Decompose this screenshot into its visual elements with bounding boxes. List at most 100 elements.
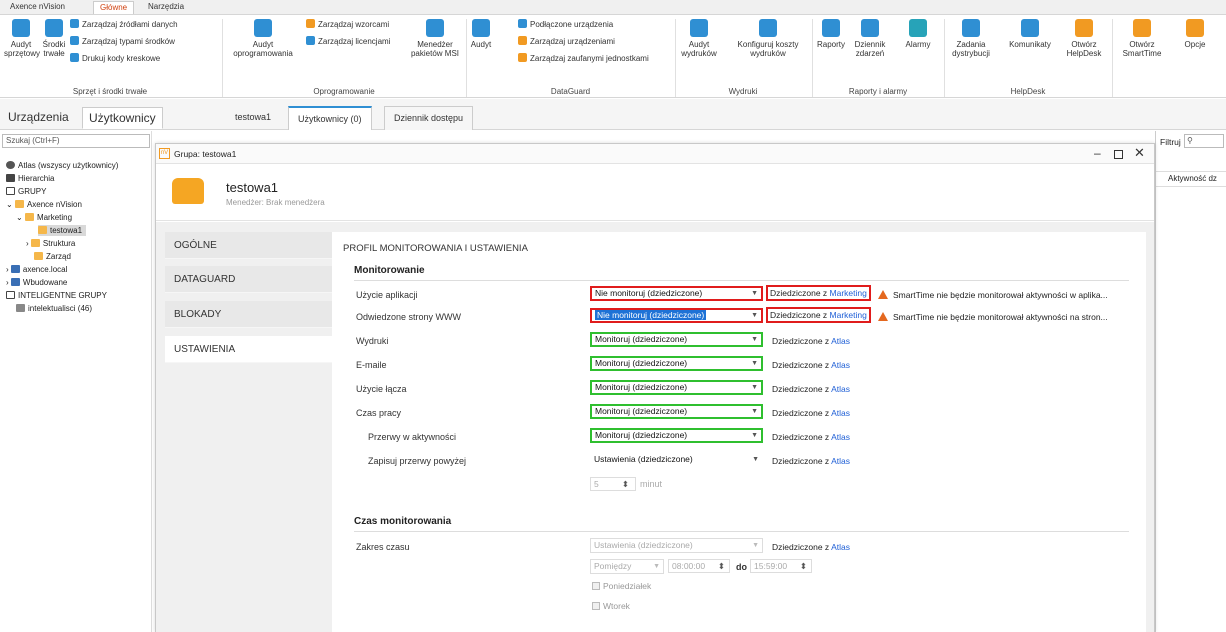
groups-tree-panel: Szukaj (Ctrl+F) Atlas (wszyscy użytkowni… [0,131,152,632]
break-minutes-spinner[interactable]: 5 ⬍ [590,477,636,491]
ribbon-tab-axence[interactable]: Axence nVision [4,1,71,14]
manage-licenses-button[interactable]: Zarządzaj licencjami [306,36,390,48]
sidetab-general[interactable]: OGÓLNE [165,232,332,259]
manage-devices-button[interactable]: Zarządzaj urządzeniami [518,36,615,48]
group-icon [24,213,34,221]
manage-types-button[interactable]: Zarządzaj typami środków [70,36,175,48]
subtab-group[interactable]: testowa1 [226,106,280,130]
audit-prints-button[interactable]: Audyt wydruków [678,19,720,58]
reports-button[interactable]: Raporty [816,19,846,49]
prints-select[interactable]: Monitoruj (dziedziczone) ▼ [590,332,763,347]
emails-select[interactable]: Monitoruj (dziedziczone) ▼ [590,356,763,371]
audit-software-button[interactable]: Audyt oprogramowania [228,19,298,58]
time-mode-select[interactable]: Pomiędzy ▼ [590,559,664,574]
inherited-source-link[interactable]: Atlas [831,456,850,466]
minimize-icon[interactable]: – [1094,146,1101,160]
tree-item-marketing[interactable]: ⌄ Marketing [16,212,72,223]
tree-item-groups[interactable]: GRUPY [6,186,46,197]
label-log-breaks-over: Zapisuj przerwy powyżej [368,456,467,466]
tree-item-hierarchy[interactable]: Hierarchia [6,173,54,184]
label-emails: E-maile [356,360,387,370]
open-smarttime-button[interactable]: Otwórz SmartTime [1116,19,1168,58]
msi-manager-button[interactable]: Menedżer pakietów MSI [410,19,460,58]
ribbon-separator [944,19,945,97]
time-to-input[interactable]: 15:59:00 ⬍ [750,559,812,573]
time-range-select[interactable]: Ustawienia (dziedziczone) ▼ [590,538,763,553]
ribbon-tab-tools[interactable]: Narzędzia [142,1,190,14]
tree-item-struktura[interactable]: › Struktura [26,238,75,249]
group-icon [14,200,24,208]
checkbox-checked-icon [592,602,600,610]
audit-hardware-button[interactable]: Audyt sprzętowy [4,19,40,58]
log-breaks-select[interactable]: Ustawienia (dziedziczone) ▼ [590,452,763,467]
tree-item-testowa1[interactable]: testowa1 [38,225,87,236]
tab-devices[interactable]: Urządzenia [2,107,75,129]
assets-button[interactable]: Środki trwałe [40,19,68,58]
messages-button[interactable]: Komunikaty [1002,19,1058,49]
websites-select[interactable]: Nie monitoruj (dziedziczone) ▼ [590,308,763,323]
connected-devices-button[interactable]: Podłączone urządzenia [518,19,613,31]
open-helpdesk-button[interactable]: Otwórz HelpDesk [1062,19,1106,58]
chevron-down-icon: ▼ [751,432,758,439]
tree-item-intelektualisci[interactable]: intelektualisci (46) [16,303,92,314]
inherited-source-link[interactable]: Atlas [831,408,850,418]
chevron-down-icon: ▼ [653,563,660,570]
subtab-access-log[interactable]: Dziennik dostępu [384,106,474,130]
folder-outline-icon [6,187,15,195]
tree-item-axence-local[interactable]: › axence.local [6,264,67,275]
distribution-tasks-button[interactable]: Zadania dystrybucji [948,19,994,58]
sidetab-dataguard[interactable]: DATAGUARD [165,266,332,293]
tree-item-zarzad[interactable]: Zarząd [34,251,71,262]
assets-icon [45,19,63,37]
time-from-input[interactable]: 08:00:00 ⬍ [668,559,730,573]
sidetab-settings[interactable]: USTAWIENIA [165,336,332,363]
inherited-source-link[interactable]: Marketing [830,310,867,320]
manage-trusted-button[interactable]: Zarządzaj zaufanymi jednostkami [518,53,649,65]
inherited-source-link[interactable]: Atlas [831,360,850,370]
manage-sources-button[interactable]: Zarządzaj źródłami danych [70,19,178,31]
ribbon-tab-main[interactable]: Główne [93,1,135,14]
app-usage-select[interactable]: Nie monitoruj (dziedziczone) ▼ [590,286,763,301]
chevron-down-icon: ▼ [752,456,759,463]
print-barcodes-button[interactable]: Drukuj kody kreskowe [70,53,160,65]
group-icon [38,226,47,234]
tree-item-atlas[interactable]: Atlas (wszyscy użytkownicy) [6,160,118,171]
alarm-icon [909,19,927,37]
close-icon[interactable]: ✕ [1134,145,1145,161]
activity-breaks-select[interactable]: Monitoruj (dziedziczone) ▼ [590,428,763,443]
configure-print-costs-button[interactable]: Konfiguruj koszty wydruków [730,19,806,58]
tree-item-builtin[interactable]: › Wbudowane [6,277,67,288]
inherited-source-link[interactable]: Atlas [831,384,850,394]
inherited-source-link[interactable]: Atlas [831,432,850,442]
group-icon [30,239,40,247]
warning-icon [878,290,888,299]
day-monday-checkbox[interactable]: Poniedziałek [592,581,651,591]
tab-users[interactable]: Użytkownicy [82,107,163,129]
inherited-source-link[interactable]: Atlas [831,336,850,346]
column-header-activity[interactable]: Aktywność dz [1156,171,1226,187]
asset-types-icon [70,36,79,45]
options-button[interactable]: Opcje [1176,19,1214,49]
sidetab-blocks[interactable]: BLOKADY [165,301,332,328]
ribbon-separator [812,19,813,97]
work-time-select[interactable]: Monitoruj (dziedziczone) ▼ [590,404,763,419]
subtab-users-count[interactable]: Użytkownicy (0) [288,106,372,130]
tree-item-smart-groups[interactable]: INTELIGENTNE GRUPY [6,290,107,301]
manage-patterns-button[interactable]: Zarządzaj wzorcami [306,19,389,31]
tree-item-axence[interactable]: ⌄ Axence nVision [6,199,82,210]
websites-warning: SmartTime nie będzie monitorował aktywno… [878,312,1108,322]
builtin-group-icon [10,278,20,286]
day-tuesday-checkbox[interactable]: Wtorek [592,601,630,611]
dataguard-audit-button[interactable]: Audyt [468,19,494,49]
maximize-icon[interactable] [1114,150,1123,159]
inherited-source-link[interactable]: Marketing [830,288,867,298]
alarms-button[interactable]: Alarmy [898,19,938,49]
printer-icon [690,19,708,37]
filter-input[interactable]: ⚲ [1184,134,1224,148]
event-log-button[interactable]: Dziennik zdarzeń [848,19,892,58]
bandwidth-select[interactable]: Monitoruj (dziedziczone) ▼ [590,380,763,395]
inherited-source-link[interactable]: Atlas [831,542,850,552]
group-name: testowa1 [226,180,279,195]
search-input[interactable]: Szukaj (Ctrl+F) [2,134,150,148]
label-websites: Odwiedzone strony WWW [356,312,462,322]
